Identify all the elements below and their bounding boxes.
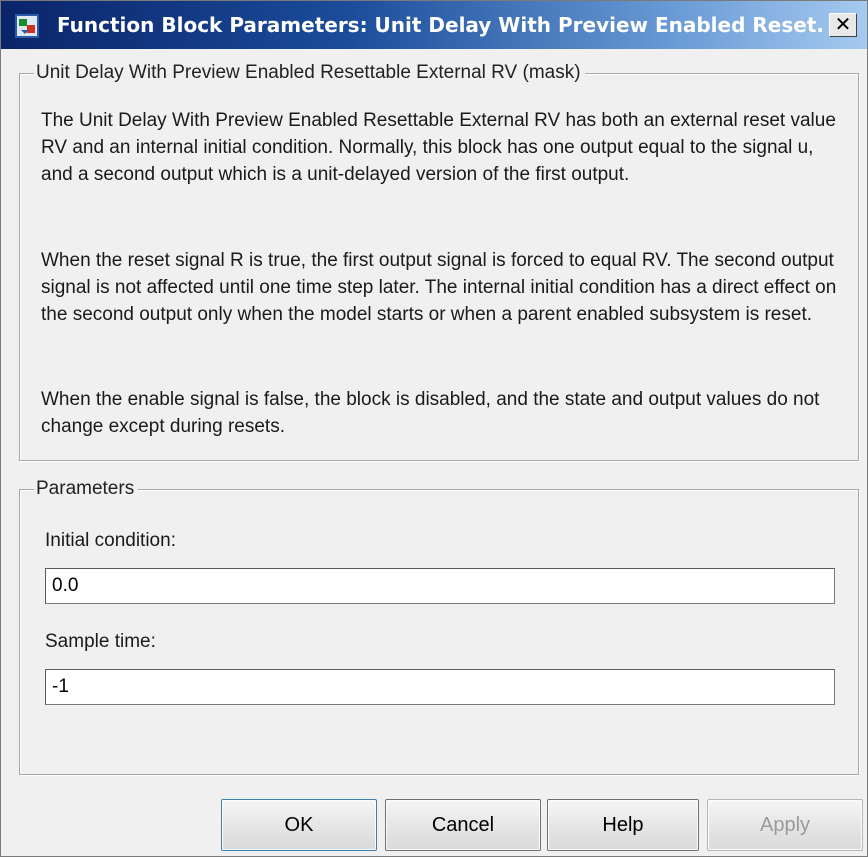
apply-button[interactable]: Apply — [707, 799, 863, 851]
initial-condition-label: Initial condition: — [45, 530, 176, 551]
help-button[interactable]: Help — [547, 799, 699, 851]
mask-group-title: Unit Delay With Preview Enabled Resettab… — [34, 61, 585, 85]
parameters-group-title: Parameters — [34, 477, 139, 501]
mask-description-paragraph-2: When the reset signal R is true, the fir… — [41, 250, 837, 325]
cancel-button[interactable]: Cancel — [385, 799, 541, 851]
ok-button[interactable]: OK — [221, 799, 377, 851]
close-button[interactable]: ✕ — [829, 13, 857, 37]
sample-time-field[interactable] — [45, 669, 835, 705]
simulink-block-icon — [15, 14, 39, 38]
close-icon: ✕ — [834, 14, 852, 36]
window-title: Function Block Parameters: Unit Delay Wi… — [57, 13, 825, 37]
initial-condition-field[interactable] — [45, 568, 835, 604]
mask-description-paragraph-3: When the enable signal is false, the blo… — [41, 389, 820, 437]
dialog-window: Function Block Parameters: Unit Delay Wi… — [0, 0, 868, 857]
mask-description-paragraph-1: The Unit Delay With Preview Enabled Rese… — [41, 110, 836, 185]
sample-time-label: Sample time: — [45, 631, 156, 652]
title-bar[interactable]: Function Block Parameters: Unit Delay Wi… — [1, 1, 867, 49]
